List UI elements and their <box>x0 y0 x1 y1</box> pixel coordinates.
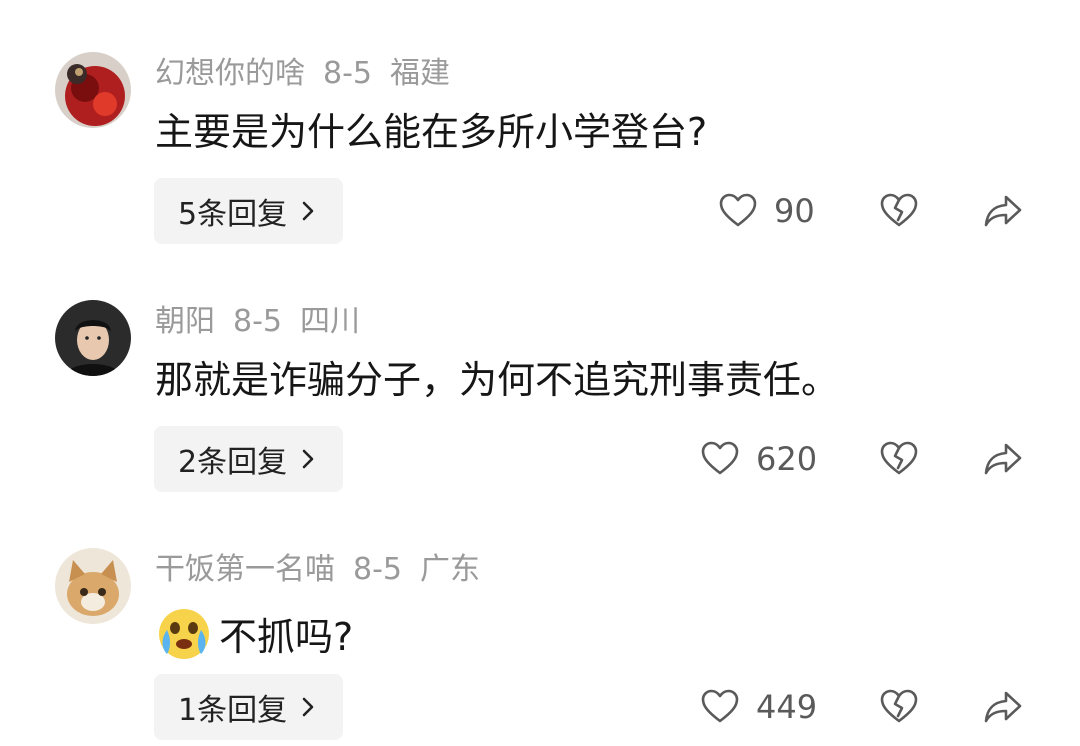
chevron-right-icon <box>302 201 314 221</box>
reply-count-label: 1条回复 <box>178 693 288 728</box>
username[interactable]: 幻想你的啥 <box>155 56 305 91</box>
comment-item: 朝阳 8-5 四川 那就是诈骗分子，为何不追究刑事责任。 2条回复 620 <box>0 248 1080 498</box>
comment-date: 8-5 <box>353 552 402 587</box>
like-count: 449 <box>756 688 818 726</box>
reply-count-label: 2条回复 <box>178 445 288 480</box>
comment-location: 四川 <box>300 304 360 339</box>
heart-outline-icon <box>701 689 739 723</box>
reply-count-label: 5条回复 <box>178 197 288 232</box>
avatar[interactable] <box>55 52 131 128</box>
comment-date: 8-5 <box>233 304 282 339</box>
comment-meta: 幻想你的啥 8-5 福建 <box>155 56 468 92</box>
view-replies-button[interactable]: 1条回复 <box>154 674 344 740</box>
username[interactable]: 干饭第一名喵 <box>155 552 335 587</box>
share-arrow-icon[interactable] <box>982 438 1024 480</box>
crying-face-emoji <box>159 609 209 659</box>
comment-date: 8-5 <box>323 56 372 91</box>
share-arrow-icon[interactable] <box>982 190 1024 232</box>
comment-location: 广东 <box>420 552 480 587</box>
comment-text: 不抓吗? <box>155 604 353 662</box>
chevron-right-icon <box>302 449 314 469</box>
like-button[interactable]: 620 <box>700 436 817 482</box>
comment-location: 福建 <box>390 56 450 91</box>
comment-meta: 朝阳 8-5 四川 <box>155 304 378 340</box>
username[interactable]: 朝阳 <box>155 304 215 339</box>
like-button[interactable]: 90 <box>718 188 815 234</box>
comment-text: 那就是诈骗分子，为何不追究刑事责任。 <box>155 358 840 402</box>
chevron-right-icon <box>302 697 314 717</box>
cat-avatar <box>55 548 131 624</box>
comment-meta: 干饭第一名喵 8-5 广东 <box>155 552 498 588</box>
like-count: 620 <box>756 440 818 478</box>
comment-item: 幻想你的啥 8-5 福建 主要是为什么能在多所小学登台? 5条回复 90 <box>0 0 1080 250</box>
broken-heart-icon[interactable] <box>878 190 920 232</box>
view-replies-button[interactable]: 5条回复 <box>154 178 344 244</box>
red-costume-avatar <box>55 52 131 128</box>
comment-item: 干饭第一名喵 8-5 广东 不抓吗? 1条回复 449 <box>0 496 1080 746</box>
like-count: 90 <box>774 192 815 230</box>
share-arrow-icon[interactable] <box>982 686 1024 728</box>
man-portrait-avatar <box>55 300 131 376</box>
view-replies-button[interactable]: 2条回复 <box>154 426 344 492</box>
comment-text: 主要是为什么能在多所小学登台? <box>155 110 708 154</box>
broken-heart-icon[interactable] <box>878 438 920 480</box>
avatar[interactable] <box>55 300 131 376</box>
heart-outline-icon <box>701 441 739 475</box>
comment-text-content: 不抓吗? <box>219 615 354 659</box>
like-button[interactable]: 449 <box>700 684 817 730</box>
broken-heart-icon[interactable] <box>878 686 920 728</box>
avatar[interactable] <box>55 548 131 624</box>
heart-outline-icon <box>719 193 757 227</box>
